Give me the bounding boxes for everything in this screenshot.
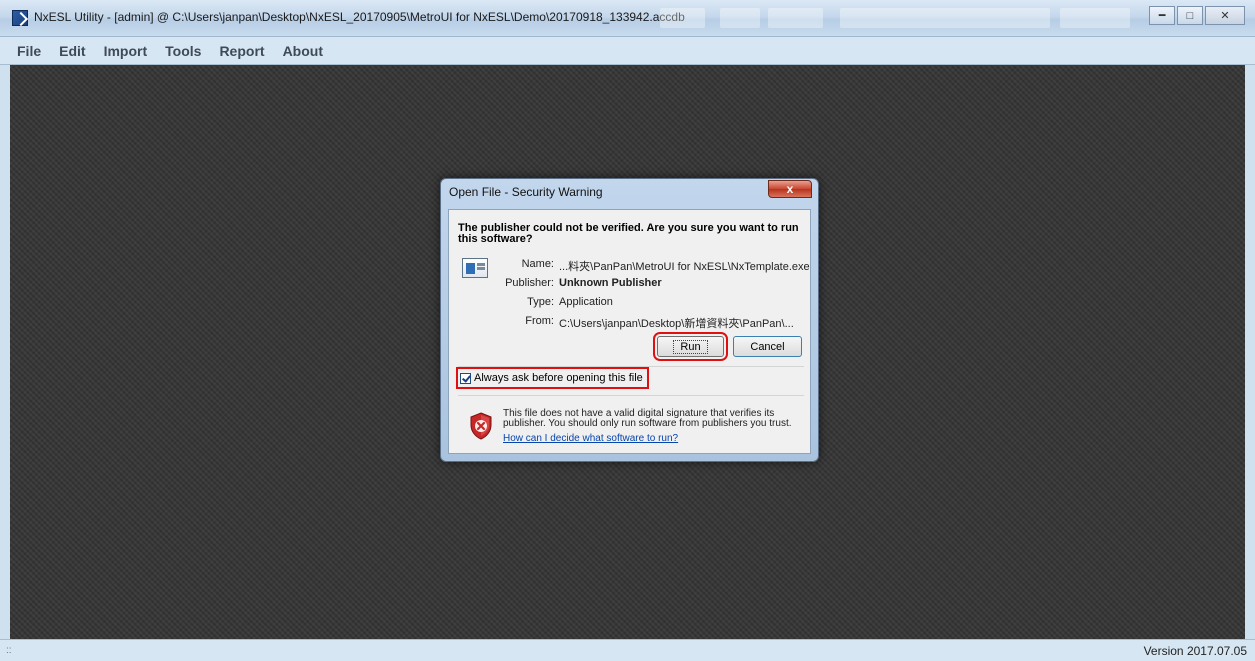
from-label: From: [525, 315, 554, 327]
blurred-taskbar-region [840, 8, 1050, 28]
maximize-button[interactable]: □ [1177, 6, 1203, 25]
app-icon [12, 10, 28, 26]
publisher-value: Unknown Publisher [559, 277, 662, 289]
dialog-body: The publisher could not be verified. Are… [448, 209, 811, 454]
close-icon: ✕ [1220, 10, 1230, 22]
close-window-button[interactable]: ✕ [1205, 6, 1245, 25]
run-button-label: Run [673, 339, 708, 354]
type-value: Application [559, 296, 613, 308]
minimize-button[interactable]: ━ [1149, 6, 1175, 25]
dialog-close-button[interactable]: x [768, 180, 812, 198]
version-label: Version 2017.07.05 [1143, 644, 1247, 658]
blurred-taskbar-region [720, 8, 760, 28]
name-label: Name: [521, 258, 554, 270]
menu-report[interactable]: Report [219, 43, 264, 59]
divider [458, 395, 804, 396]
divider [458, 366, 804, 367]
cancel-button-label: Cancel [750, 340, 785, 353]
signature-warning-text: This file does not have a valid digital … [503, 408, 792, 429]
help-link[interactable]: How can I decide what software to run? [503, 433, 678, 444]
security-warning-dialog: Open File - Security Warning x The publi… [440, 178, 819, 462]
status-bar: :: Version 2017.07.05 [0, 639, 1255, 661]
from-value: C:\Users\janpan\Desktop\新增資料夾\PanPan\... [559, 318, 794, 330]
window-controls: ━ □ ✕ [1147, 6, 1245, 25]
window-title: NxESL Utility - [admin] @ C:\Users\janpa… [34, 10, 685, 24]
publisher-label: Publisher: [505, 277, 554, 289]
always-ask-label[interactable]: Always ask before opening this file [474, 372, 643, 384]
shield-warning-icon [470, 412, 492, 440]
warning-question: The publisher could not be verified. Are… [458, 222, 799, 245]
always-ask-checkbox[interactable] [460, 372, 471, 384]
minimize-icon: ━ [1158, 10, 1166, 22]
application-file-icon [462, 258, 488, 278]
cancel-button[interactable]: Cancel [733, 336, 802, 357]
menu-tools[interactable]: Tools [165, 43, 201, 59]
blurred-taskbar-region [768, 8, 823, 28]
blurred-taskbar-region [1060, 8, 1130, 28]
title-bar: NxESL Utility - [admin] @ C:\Users\janpa… [0, 0, 1255, 37]
window-frame-left [0, 65, 10, 639]
blurred-taskbar-region [660, 8, 705, 28]
always-ask-option[interactable]: Always ask before opening this file [456, 367, 649, 389]
type-label: Type: [527, 296, 554, 308]
menu-edit[interactable]: Edit [59, 43, 85, 59]
status-grip: :: [6, 645, 12, 656]
menu-import[interactable]: Import [104, 43, 148, 59]
menu-about[interactable]: About [283, 43, 323, 59]
menu-bar: File Edit Import Tools Report About [0, 37, 1255, 65]
run-button[interactable]: Run [653, 332, 728, 361]
close-icon: x [786, 182, 794, 196]
window-frame-right [1245, 65, 1255, 639]
maximize-icon: □ [1186, 9, 1194, 22]
name-value: ...料夾\PanPan\MetroUI for NxESL\NxTemplat… [559, 261, 810, 273]
menu-file[interactable]: File [17, 43, 41, 59]
dialog-title: Open File - Security Warning [449, 185, 603, 199]
